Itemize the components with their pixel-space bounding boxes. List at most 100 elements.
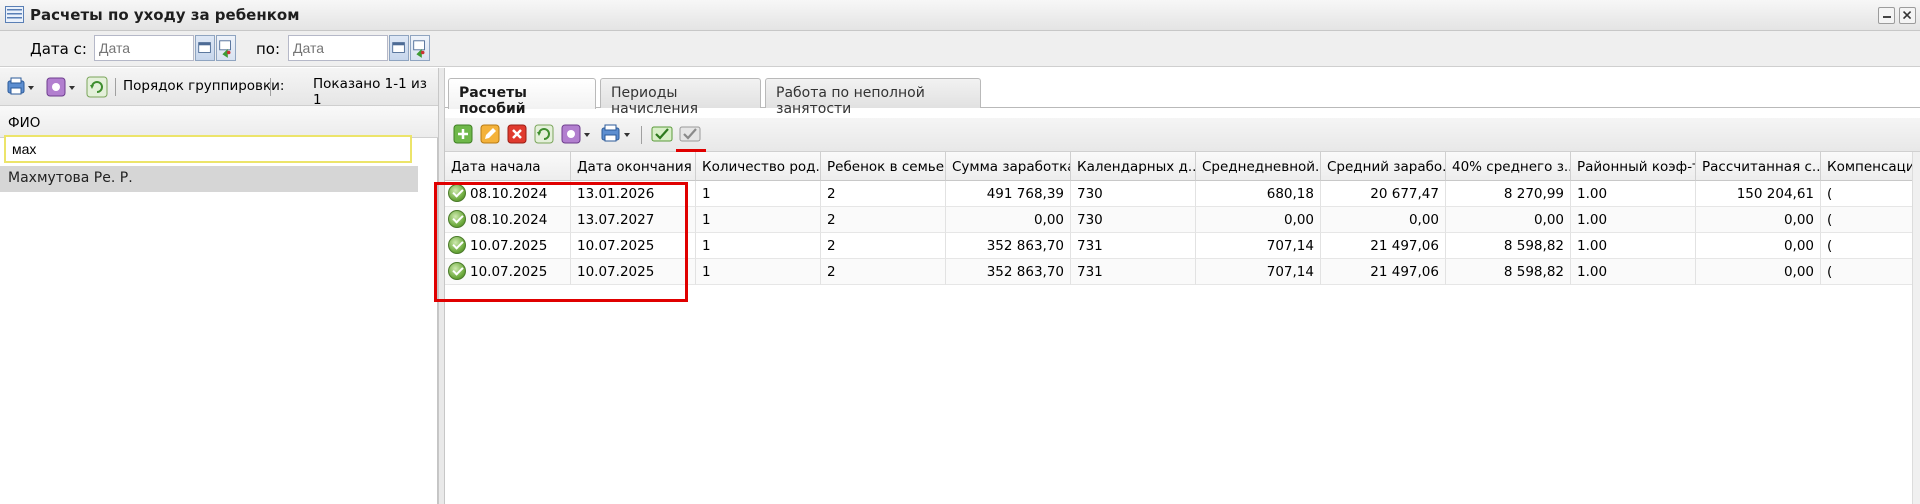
table-cell: 0,00 (1446, 207, 1571, 233)
cancel-approval-button[interactable] (679, 124, 701, 146)
cell-value: 352 863,70 (986, 238, 1064, 254)
cell-value: 8 598,82 (1503, 264, 1564, 280)
highlight-underline (676, 149, 706, 152)
approve-button[interactable] (651, 124, 673, 146)
date-filter-bar: Дата с: по: (0, 31, 1920, 67)
toolbar-separator (270, 78, 271, 96)
cell-value: ( (1827, 186, 1833, 202)
table-cell: 731 (1071, 259, 1196, 285)
cell-value: 0,00 (1283, 212, 1314, 228)
refresh-button[interactable] (86, 76, 108, 98)
column-header-births-count[interactable]: Количество род... (696, 152, 821, 181)
table-cell: 707,14 (1196, 233, 1321, 259)
column-header-avg-daily[interactable]: Среднедневной... (1196, 152, 1321, 181)
date-to-clear-button[interactable] (410, 35, 430, 61)
refresh-button[interactable] (534, 124, 554, 146)
cell-value: 8 270,99 (1503, 186, 1564, 202)
column-header-start-date[interactable]: Дата начала (445, 152, 571, 181)
table-cell: 1 (696, 259, 821, 285)
table-cell: 2 (821, 259, 946, 285)
cell-value: 0,00 (1783, 264, 1814, 280)
table-cell: 8 598,82 (1446, 233, 1571, 259)
fio-filter-input[interactable] (4, 135, 412, 163)
paging-info: Показано 1-1 из 1 (313, 76, 427, 108)
column-header-earnings-sum[interactable]: Сумма заработка (946, 152, 1071, 181)
table-cell: 731 (1071, 233, 1196, 259)
date-from-clear-button[interactable] (216, 35, 236, 61)
column-header-end-date[interactable]: Дата окончания (571, 152, 696, 181)
fio-header-label: ФИО (8, 115, 41, 131)
clear-date-icon (219, 40, 231, 58)
tab-accrual-periods[interactable]: Периоды начисления (600, 78, 761, 117)
cell-value: 0,00 (1408, 212, 1439, 228)
column-header-calculated-sum[interactable]: Рассчитанная с... (1696, 152, 1821, 181)
table-cell: 730 (1071, 181, 1196, 207)
cell-value: ( (1827, 212, 1833, 228)
minimize-button[interactable] (1878, 7, 1895, 24)
plus-icon (453, 124, 473, 144)
cell-value: 731 (1077, 264, 1103, 280)
window-titlebar: Расчеты по уходу за ребенком (0, 0, 1920, 31)
table-cell: ( (1821, 233, 1920, 259)
cell-value: 707,14 (1266, 238, 1314, 254)
cell-value: 21 497,06 (1370, 264, 1439, 280)
column-header-child-in-family[interactable]: Ребенок в семье (821, 152, 946, 181)
table-cell: 1.00 (1571, 259, 1696, 285)
table-cell: 0,00 (1696, 207, 1821, 233)
close-button[interactable] (1899, 7, 1916, 24)
table-cell: 0,00 (1321, 207, 1446, 233)
cell-value: ( (1827, 238, 1833, 254)
cell-value: ( (1827, 264, 1833, 280)
settings-menu-button[interactable] (45, 76, 77, 98)
cell-value: 707,14 (1266, 264, 1314, 280)
date-to-calendar-button[interactable] (389, 35, 409, 61)
cell-value: 730 (1077, 212, 1103, 228)
settings-menu-button[interactable] (561, 124, 593, 146)
fio-column-header[interactable]: ФИО (0, 106, 438, 138)
table-cell: 0,00 (1196, 207, 1321, 233)
column-header-calendar-days[interactable]: Календарных д... (1071, 152, 1196, 181)
table-cell: 707,14 (1196, 259, 1321, 285)
column-header-avg-earnings[interactable]: Средний зарабо... (1321, 152, 1446, 181)
column-header-40-percent[interactable]: 40% среднего з... (1446, 152, 1571, 181)
tab-part-time-work[interactable]: Работа по неполной занятости (765, 78, 981, 117)
approve-check-icon (651, 126, 673, 142)
cell-value: 1.00 (1577, 186, 1608, 202)
refresh-icon (534, 124, 554, 144)
cell-value: 2 (827, 212, 836, 228)
date-from-input[interactable] (94, 35, 194, 61)
cell-value: 0,00 (1533, 212, 1564, 228)
list-item[interactable]: Махмутова Ре. Р. (0, 166, 418, 192)
print-menu-button[interactable] (6, 76, 36, 98)
table-cell: 1.00 (1571, 181, 1696, 207)
grouping-order-label[interactable]: Порядок группировки: (123, 78, 284, 94)
table-cell: 150 204,61 (1696, 181, 1821, 207)
grid-vertical-scrollbar[interactable] (1912, 152, 1920, 504)
cell-value: 2 (827, 186, 836, 202)
window-title: Расчеты по уходу за ребенком (30, 6, 300, 24)
print-menu-button[interactable] (601, 124, 633, 146)
table-cell: 20 677,47 (1321, 181, 1446, 207)
table-cell: 352 863,70 (946, 233, 1071, 259)
cell-value: 2 (827, 264, 836, 280)
table-cell: 1.00 (1571, 233, 1696, 259)
date-to-input[interactable] (288, 35, 388, 61)
add-button[interactable] (453, 124, 473, 146)
benefits-toolbar (445, 118, 1920, 152)
column-header-compensation[interactable]: Компенсация (1821, 152, 1920, 181)
edit-button[interactable] (480, 124, 500, 146)
cell-value: 1.00 (1577, 212, 1608, 228)
cell-value: 1 (702, 186, 711, 202)
delete-button[interactable] (507, 124, 527, 146)
printer-icon (601, 124, 630, 142)
clear-date-icon (413, 40, 425, 58)
date-from-calendar-button[interactable] (195, 35, 215, 61)
table-cell: 1 (696, 233, 821, 259)
delete-icon (507, 124, 527, 144)
tab-benefit-calculations[interactable]: Расчеты пособий (448, 78, 596, 117)
window-app-icon (5, 6, 24, 23)
table-cell: 21 497,06 (1321, 259, 1446, 285)
employee-list-toolbar: Порядок группировки: Показано 1-1 из 1 (0, 68, 438, 108)
column-header-regional-coef[interactable]: Районный коэф-т (1571, 152, 1696, 181)
cell-value: 1.00 (1577, 238, 1608, 254)
